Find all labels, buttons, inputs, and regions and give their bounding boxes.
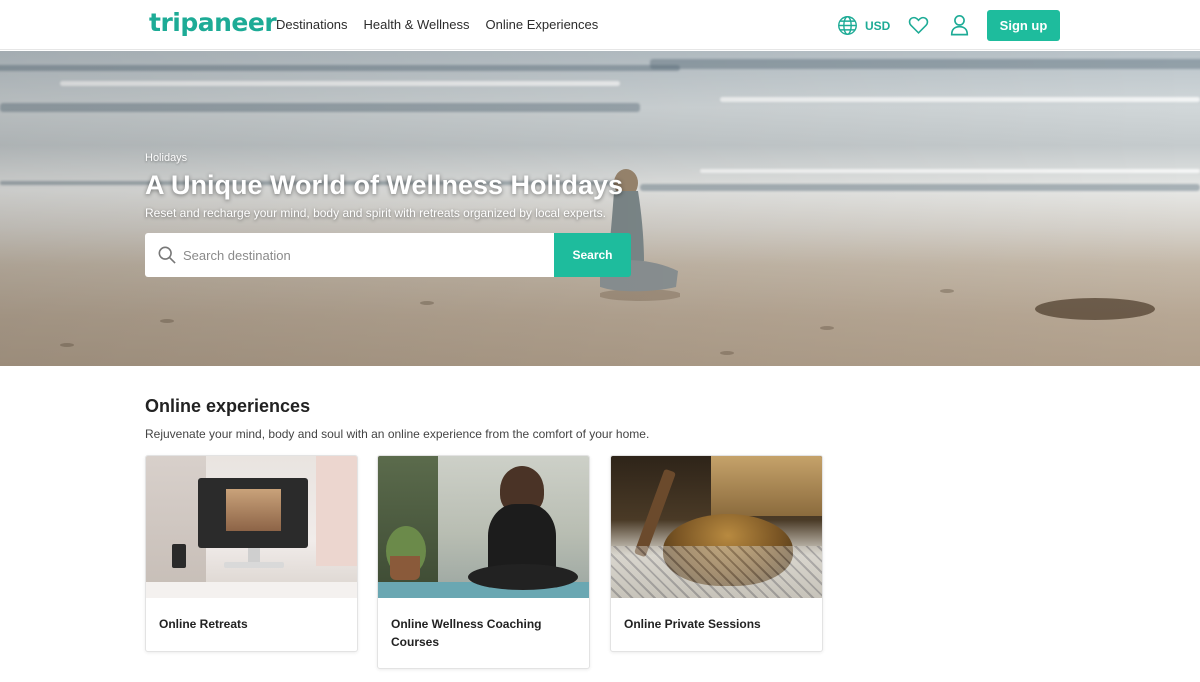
globe-icon[interactable]: [837, 15, 858, 36]
card-label: Online Retreats: [159, 617, 248, 631]
top-navbar: tripaneer Destinations Health & Wellness…: [0, 0, 1200, 50]
sign-up-button[interactable]: Sign up: [987, 10, 1060, 41]
card-label: Online Private Sessions: [624, 617, 761, 631]
search-icon: [158, 246, 176, 264]
search-button[interactable]: Search: [554, 233, 631, 277]
card-online-wellness-coaching[interactable]: Online Wellness Coaching Courses: [377, 455, 590, 669]
section-subtitle: Rejuvenate your mind, body and soul with…: [145, 427, 650, 441]
logo[interactable]: tripaneer: [149, 8, 277, 37]
online-private-sessions-image: [611, 456, 822, 598]
online-retreats-image: [146, 456, 357, 598]
card-online-retreats[interactable]: Online Retreats: [145, 455, 358, 652]
search-box: [145, 233, 554, 277]
card-online-private-sessions[interactable]: Online Private Sessions: [610, 455, 823, 652]
hero-subtitle: Reset and recharge your mind, body and s…: [145, 206, 606, 220]
currency-selector[interactable]: USD: [865, 19, 890, 33]
hero-banner: Holidays A Unique World of Wellness Holi…: [0, 51, 1200, 366]
heart-icon[interactable]: [908, 15, 929, 35]
section-title: Online experiences: [145, 396, 311, 416]
main-nav: Destinations Health & Wellness Online Ex…: [276, 17, 598, 32]
online-wellness-coaching-image: [378, 456, 589, 598]
search-destination-input[interactable]: [183, 233, 543, 277]
nav-online-experiences[interactable]: Online Experiences: [486, 17, 599, 32]
breadcrumb[interactable]: Holidays: [145, 152, 187, 164]
page-title: A Unique World of Wellness Holidays: [145, 170, 624, 200]
nav-destinations[interactable]: Destinations: [276, 17, 348, 32]
nav-health-wellness[interactable]: Health & Wellness: [364, 17, 470, 32]
card-label: Online Wellness Coaching Courses: [391, 617, 542, 649]
user-icon[interactable]: [950, 14, 969, 36]
